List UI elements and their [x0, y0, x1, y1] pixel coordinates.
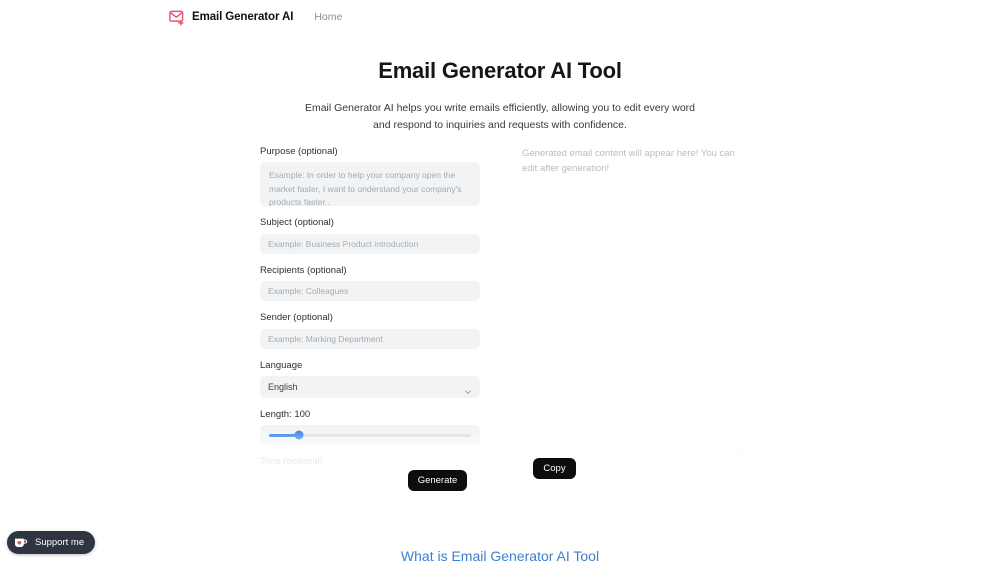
copy-button[interactable]: Copy	[533, 458, 576, 479]
field-purpose: Purpose (optional)	[260, 146, 480, 207]
field-subject: Subject (optional)	[260, 217, 480, 254]
site-header: Email Generator AI Home	[0, 0, 1000, 33]
tone-label: Tone (optional)	[260, 456, 323, 468]
field-language: Language English	[260, 360, 480, 398]
length-label: Length: 100	[260, 408, 311, 420]
support-me-button[interactable]: Support me	[7, 531, 96, 554]
length-slider[interactable]	[260, 425, 480, 446]
nav-link-home[interactable]: Home	[314, 11, 342, 23]
sender-input[interactable]	[260, 328, 480, 349]
language-label: Language	[260, 359, 303, 371]
field-length: Length: 100	[260, 408, 480, 446]
support-me-label: Support me	[35, 537, 85, 548]
tone-chip[interactable]: Formal	[260, 473, 309, 496]
page-subtitle: Email Generator AI helps you write email…	[304, 102, 696, 131]
recipients-input[interactable]	[260, 281, 480, 302]
generate-button[interactable]: Generate	[408, 470, 467, 491]
language-select-wrap: English	[260, 375, 480, 398]
page-title: Email Generator AI Tool	[378, 58, 622, 83]
slider-track	[269, 430, 471, 440]
generated-email-output[interactable]	[522, 146, 740, 446]
brand-logo-link[interactable]: Email Generator AI	[168, 8, 293, 26]
page-root: Email Generator AI Home Email Generator …	[0, 0, 1000, 563]
field-recipients: Recipients (optional)	[260, 264, 480, 302]
workspace: Purpose (optional) Subject (optional) Re…	[260, 146, 744, 496]
purpose-label: Purpose (optional)	[260, 146, 338, 157]
tone-chip[interactable]: Friendly	[316, 473, 368, 496]
resize-grip-icon[interactable]	[735, 442, 744, 455]
brand-name: Email Generator AI	[192, 10, 294, 23]
field-sender: Sender (optional)	[260, 312, 480, 349]
email-form: Purpose (optional) Subject (optional) Re…	[260, 146, 480, 496]
envelope-plus-icon	[168, 8, 186, 26]
coffee-cup-heart-icon	[13, 535, 29, 551]
purpose-input[interactable]	[260, 162, 480, 207]
hero-section: Email Generator AI Tool Email Generator …	[0, 58, 1000, 133]
sender-label: Sender (optional)	[260, 312, 333, 324]
slider-thumb[interactable]	[294, 430, 304, 440]
language-select[interactable]: English	[260, 375, 480, 398]
subject-input[interactable]	[260, 233, 480, 254]
what-is-tool-heading[interactable]: What is Email Generator AI Tool	[0, 548, 1000, 563]
output-panel	[522, 146, 744, 476]
header-nav: Home	[314, 11, 342, 23]
recipients-label: Recipients (optional)	[260, 264, 347, 276]
subject-label: Subject (optional)	[260, 217, 334, 229]
